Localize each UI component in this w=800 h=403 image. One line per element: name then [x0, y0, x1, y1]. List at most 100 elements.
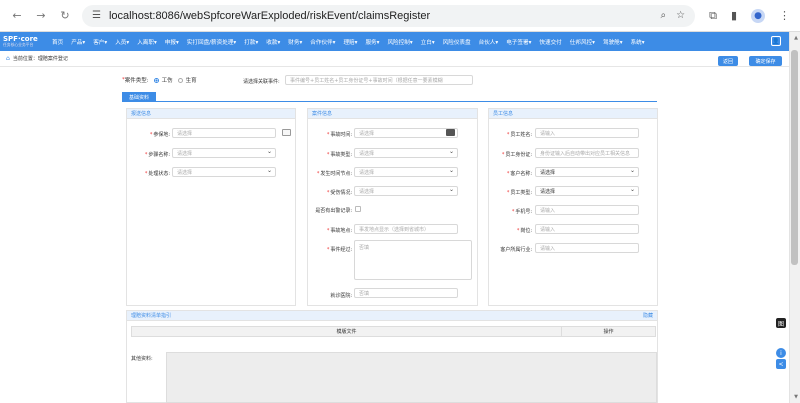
profile-avatar-icon[interactable]: ● [751, 8, 765, 23]
linked-event-input[interactable]: 事件编号+员工姓名+员工身份证号+事故时间（根据任意一要素模糊 [285, 75, 473, 85]
customer-name-select[interactable]: 请选择 [535, 167, 639, 177]
employee-id-input[interactable]: 身份证输入后自动带出对应员工相关信息 [535, 148, 639, 158]
accident-type-select[interactable]: 请选择 [354, 148, 458, 158]
browser-menu-icon[interactable]: ⋮ [779, 9, 790, 22]
back-arrow-icon[interactable]: ← [10, 9, 24, 23]
app-navbar: SPF·core 任务核心业务平台 首页 产品▾ 客户▾ 入员▾ 入离职▾ 申报▾ 实打回盘… [0, 32, 789, 51]
police-record-checkbox[interactable] [355, 206, 361, 212]
case-type-row: * 案件类型: 工伤 生育 [122, 77, 197, 84]
collapse-float-icon[interactable]: < [776, 359, 786, 369]
bookmark-star-icon[interactable]: ☆ [676, 10, 685, 21]
menu-item[interactable]: 实打回盘/薪资处理▾ [183, 38, 240, 46]
menu-item[interactable]: 申报▾ [161, 38, 183, 46]
zoom-icon[interactable]: ⌕ [661, 10, 667, 21]
radio-work-injury[interactable] [153, 77, 159, 83]
scrollbar-thumb[interactable] [791, 50, 798, 265]
process-status-select[interactable]: 请选择 [172, 167, 276, 177]
col-operation: 操作 [603, 329, 614, 335]
menu-item[interactable]: 驾驶舱▾ [599, 38, 627, 46]
back-button[interactable]: 返回 [718, 56, 738, 66]
menu-item[interactable]: 财务▾ [284, 38, 306, 46]
other-docs-area[interactable] [166, 352, 657, 403]
attachments-title: 理赔资料清单指引 隐藏 [127, 311, 657, 321]
employee-type-select[interactable]: 请选择 [535, 186, 639, 196]
report-panel-title: 报送信息 [127, 109, 295, 119]
menu-item[interactable]: 风险控制▾ [383, 38, 416, 46]
info-float-icon[interactable]: i [776, 348, 786, 358]
menu-item[interactable]: 入员▾ [111, 38, 133, 46]
breadcrumb-prefix: 当前位置： [12, 56, 38, 62]
employee-name-input[interactable]: 请输入 [535, 128, 639, 138]
menu-item[interactable]: 快速交付 [535, 38, 565, 46]
menu-item[interactable]: 台伙人▾ [475, 38, 503, 46]
address-bar[interactable]: ☰ localhost:8086/webSpfcoreWarExploded/r… [82, 4, 696, 27]
radio-maternity[interactable] [177, 77, 183, 83]
label-industry: 客户所属行业: [500, 247, 532, 253]
scroll-up-arrow-icon[interactable]: ▲ [794, 35, 798, 41]
url-text: localhost:8086/webSpfcoreWarExploded/ris… [108, 9, 431, 22]
label-accident-type: *事故类型: [326, 152, 352, 158]
tab-basic-info[interactable]: 基础资料 [122, 92, 156, 102]
radio-work-injury-label: 工伤 [161, 78, 173, 84]
label-step-name: *步骤名称: [144, 152, 170, 158]
tab-bar: 基础资料 [122, 92, 657, 102]
label-time-node: *发生时间节点: [316, 171, 352, 177]
menu-item[interactable]: 风险仪表盘 [439, 38, 475, 46]
menu-item[interactable]: 产品▾ [67, 38, 89, 46]
side-panel-icon[interactable]: ▮ [731, 9, 737, 22]
reload-icon[interactable]: ↻ [58, 9, 72, 23]
menu-item[interactable]: 客户▾ [89, 38, 111, 46]
app-logo[interactable]: SPF·core 任务核心业务平台 [0, 36, 48, 47]
employee-panel-title: 员工信息 [489, 109, 657, 119]
event-process-textarea[interactable]: 否填 [354, 240, 472, 280]
site-info-icon[interactable]: ☰ [92, 10, 101, 21]
menu-item[interactable]: 打款▾ [240, 38, 262, 46]
accident-time-input[interactable]: 请选择 [354, 128, 458, 138]
hide-toggle-link[interactable]: 隐藏 [643, 312, 653, 319]
calendar-icon[interactable] [446, 129, 455, 136]
save-button[interactable]: 确定保存 [749, 56, 782, 66]
phone-input[interactable]: 请输入 [535, 205, 639, 215]
step-name-select[interactable]: 请选择 [172, 148, 276, 158]
label-phone: *手机号: [511, 209, 532, 215]
extensions-icon[interactable]: ⧉ [709, 9, 717, 23]
label-accident-place: *事故地点: [326, 228, 352, 234]
col-template-file: 模版文件 [132, 327, 562, 336]
menu-item[interactable]: 系统▾ [627, 38, 649, 46]
chat-float-button[interactable]: 图 [776, 318, 786, 328]
time-node-select[interactable]: 请选择 [354, 167, 458, 177]
label-accident-time: *事故时间: [326, 132, 352, 138]
menu-item[interactable]: 服务▾ [361, 38, 383, 46]
insured-place-input[interactable]: 请选择 [172, 128, 276, 138]
user-icon[interactable]: 👤 [771, 36, 781, 46]
breadcrumb-page: 理赔案件登记 [37, 56, 68, 62]
label-injury: *受伤情况: [326, 190, 352, 196]
position-input[interactable]: 请输入 [535, 224, 639, 234]
label-police-record: 是否有出警记录: [315, 208, 352, 214]
home-icon[interactable]: ⌂ [6, 55, 10, 62]
industry-input[interactable]: 请输入 [535, 243, 639, 253]
case-type-label: 案件类型: [124, 78, 149, 84]
menu-item[interactable]: 理赔▾ [339, 38, 361, 46]
injury-select[interactable]: 请选择 [354, 186, 458, 196]
label-insured-place: *参保地: [149, 132, 170, 138]
forward-arrow-icon[interactable]: → [34, 9, 48, 23]
label-process-status: *处理状态: [144, 171, 170, 177]
menu-item[interactable]: 合作伙伴▾ [306, 38, 339, 46]
menu-item[interactable]: 入离职▾ [133, 38, 161, 46]
menu-item[interactable]: 首页 [48, 38, 67, 46]
menu-item[interactable]: 电子签署▾ [502, 38, 535, 46]
attachments-table-header: 模版文件 操作 [131, 326, 656, 337]
label-employee-id: *员工身份证: [501, 152, 532, 158]
menu-item[interactable]: 收款▾ [262, 38, 284, 46]
hospital-input[interactable]: 否填 [354, 288, 458, 298]
menu-item[interactable]: 立白▾ [417, 38, 439, 46]
label-customer-name: *客户名称: [506, 171, 532, 177]
scroll-down-arrow-icon[interactable]: ▼ [794, 394, 798, 400]
label-event-process: *事件经过: [326, 247, 352, 253]
menu-item[interactable]: 仕邦风控▾ [566, 38, 599, 46]
label-position: *岗位: [516, 228, 532, 234]
calendar-icon[interactable] [282, 129, 291, 136]
case-panel-title: 案件信息 [308, 109, 477, 119]
accident-place-input[interactable]: 事发地点显示（选择到省城市） [354, 224, 458, 234]
